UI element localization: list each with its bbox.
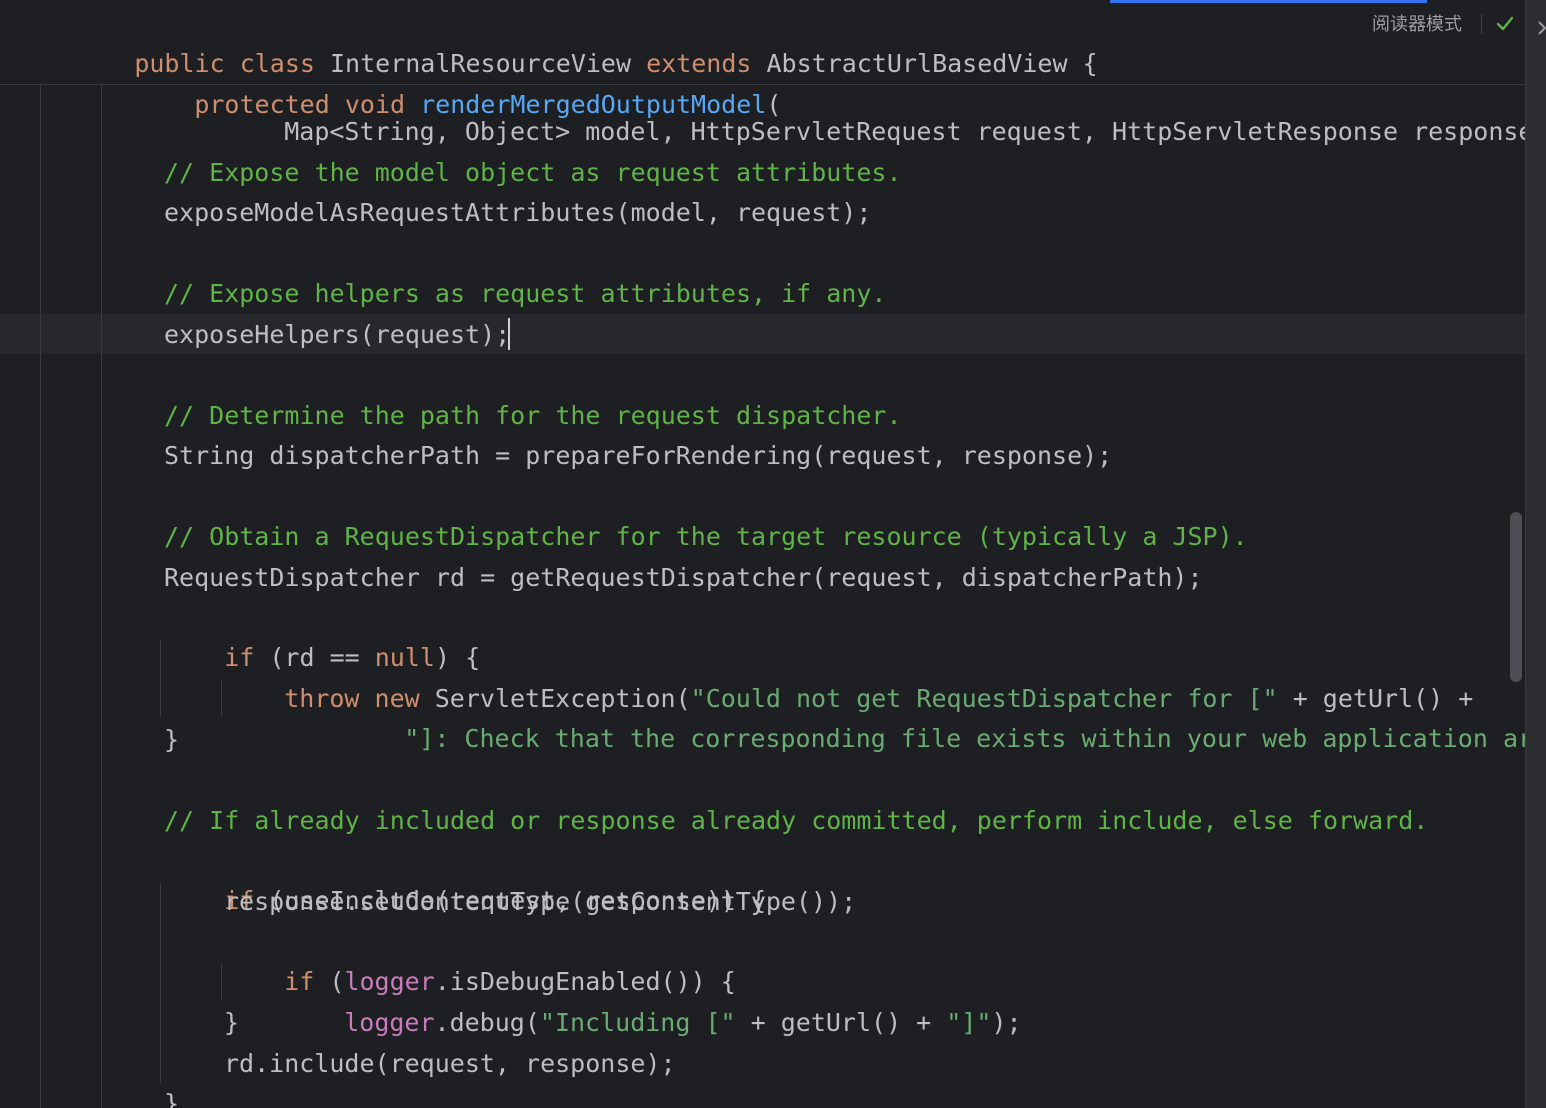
indent-guide xyxy=(221,963,222,1000)
vertical-scrollbar-thumb[interactable] xyxy=(1510,512,1522,682)
indent-guide xyxy=(160,640,161,717)
comment-line[interactable]: // If already included or response alrea… xyxy=(164,801,1428,841)
text xyxy=(405,90,420,119)
indent-guide xyxy=(160,883,161,1083)
string-literal: "Including [" xyxy=(539,1008,736,1037)
code-line-current[interactable]: exposeHelpers(request); xyxy=(164,315,510,355)
indent-guide xyxy=(101,84,102,1108)
comment-line[interactable]: // Expose the model object as request at… xyxy=(164,153,902,193)
code-line[interactable]: logger.debug("Including [" + getUrl() + … xyxy=(284,963,1021,1037)
code-line[interactable]: if (useInclude(request, response)) { xyxy=(164,841,766,915)
check-icon[interactable] xyxy=(1494,12,1516,34)
string-literal: "]: Check that the corresponding file ex… xyxy=(404,724,1546,753)
code-line[interactable]: "]: Check that the corresponding file ex… xyxy=(344,679,1546,753)
code-line[interactable]: } xyxy=(224,1003,239,1043)
keyword: void xyxy=(344,90,406,119)
text: ); xyxy=(991,1008,1022,1037)
code-line[interactable]: } xyxy=(164,1084,179,1108)
text xyxy=(330,90,345,119)
method-name: renderMergedOutputModel xyxy=(420,90,767,119)
code-line[interactable]: if (rd == null) { xyxy=(164,598,480,672)
text: ( xyxy=(766,90,782,119)
tab-active-indicator xyxy=(1110,0,1427,3)
sticky-method-line[interactable]: protected void renderMergedOutputModel( xyxy=(104,45,781,119)
superclass-name: AbstractUrlBasedView { xyxy=(751,49,1098,78)
code-line[interactable]: throw new ServletException("Could not ge… xyxy=(224,639,1473,713)
code-line[interactable]: } xyxy=(164,720,179,760)
text: .debug( xyxy=(434,1008,540,1037)
code-line[interactable]: RequestDispatcher rd = getRequestDispatc… xyxy=(164,558,1203,598)
reader-mode-button[interactable]: 阅读器模式 xyxy=(1372,10,1462,36)
toolbar-divider xyxy=(1481,14,1482,34)
code-editor[interactable]: public class InternalResourceView extend… xyxy=(0,0,1546,1108)
string-literal: "]" xyxy=(946,1008,992,1037)
chevron-right-icon[interactable] xyxy=(1536,18,1546,38)
comment-line[interactable]: // Determine the path for the request di… xyxy=(164,396,902,436)
comment-line[interactable]: // Obtain a RequestDispatcher for the ta… xyxy=(164,517,1248,557)
right-gutter-strip xyxy=(1525,0,1546,1108)
sticky-header: public class InternalResourceView extend… xyxy=(0,0,1525,119)
field-reference: logger xyxy=(344,1008,435,1037)
keyword: protected xyxy=(194,90,330,119)
code-line[interactable]: if (logger.isDebugEnabled()) { xyxy=(224,922,736,996)
indent-guide xyxy=(221,680,222,717)
code-line[interactable]: rd.include(request, response); xyxy=(224,1044,676,1084)
text: + getUrl() + xyxy=(735,1008,947,1037)
text-caret xyxy=(508,318,510,350)
code-line[interactable]: response.setContentType(getContentType()… xyxy=(224,882,856,922)
code-line[interactable]: exposeModelAsRequestAttributes(model, re… xyxy=(164,193,871,233)
indent-guide xyxy=(40,84,41,1108)
sticky-class-line[interactable]: public class InternalResourceView extend… xyxy=(44,4,1097,78)
comment-line[interactable]: // Expose helpers as request attributes,… xyxy=(164,274,886,314)
code-line[interactable]: String dispatcherPath = prepareForRender… xyxy=(164,436,1112,476)
